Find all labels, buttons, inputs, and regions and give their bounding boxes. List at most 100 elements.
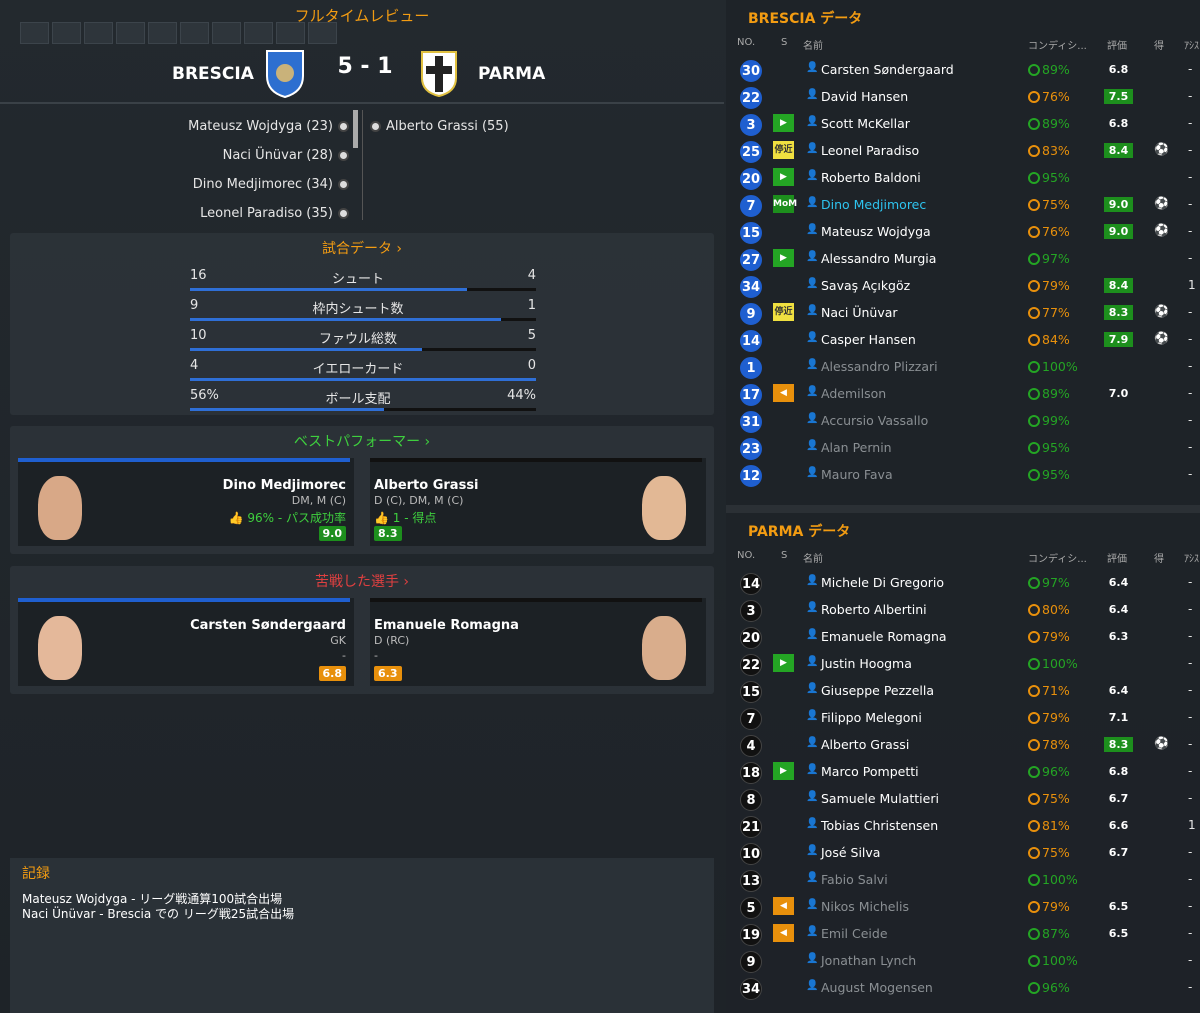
player-name[interactable]: Giuseppe Pezzella [821,683,934,698]
struggling-players-title[interactable]: 苦戦した選手 › [10,566,714,591]
player-name[interactable]: Emil Ceide [821,926,888,941]
player-row[interactable]: 22 👤 David Hansen 76% 7.5 - [726,84,1200,111]
scorer-name[interactable]: Naci Ünüvar (28) [223,145,333,167]
worst-away-card[interactable]: Emanuele Romagna D (RC) - 6.3 [370,598,706,686]
col-name[interactable]: 名前 [803,550,823,565]
player-row[interactable]: 14 👤 Michele Di Gregorio 97% 6.4 - [726,570,1200,597]
match-stats-title[interactable]: 試合データ › [10,233,714,258]
col-name[interactable]: 名前 [803,37,823,52]
player-row[interactable]: 3 👤 Roberto Albertini 80% 6.4 - [726,597,1200,624]
player-name[interactable]: Marco Pompetti [821,764,919,779]
col-condition[interactable]: コンディシ... [1028,37,1087,52]
player-row[interactable]: 17 ◀ 👤 Ademilson 89% 7.0 - [726,381,1200,408]
player-row[interactable]: 14 👤 Casper Hansen 84% 7.9 ⚽ - [726,327,1200,354]
player-name[interactable]: Leonel Paradiso [821,143,919,158]
player-row[interactable]: 20 👤 Emanuele Romagna 79% 6.3 - [726,624,1200,651]
player-name[interactable]: Scott McKellar [821,116,910,131]
player-row[interactable]: 4 👤 Alberto Grassi 78% 8.3 ⚽ - [726,732,1200,759]
player-row[interactable]: 7 👤 Filippo Melegoni 79% 7.1 - [726,705,1200,732]
player-row[interactable]: 22 ▶ 👤 Justin Hoogma 100% - [726,651,1200,678]
col-rating[interactable]: 評価 [1107,550,1127,565]
home-team-name[interactable]: BRESCIA [172,64,254,84]
player-row[interactable]: 20 ▶ 👤 Roberto Baldoni 95% - [726,165,1200,192]
col-sub[interactable]: S [781,37,787,48]
sub-off-icon: ◀ [773,924,794,942]
worst-home-card[interactable]: Carsten Søndergaard GK - 6.8 [18,598,354,686]
best-away-card[interactable]: Alberto Grassi D (C), DM, M (C) 👍 1 - 得点… [370,458,706,546]
player-row[interactable]: 18 ▶ 👤 Marco Pompetti 96% 6.8 - [726,759,1200,786]
player-name[interactable]: Samuele Mulattieri [821,791,939,806]
player-name[interactable]: Tobias Christensen [821,818,938,833]
player-row[interactable]: 34 👤 August Mogensen 96% - [726,975,1200,1002]
player-name[interactable]: Emanuele Romagna [821,629,947,644]
player-name[interactable]: David Hansen [821,89,908,104]
player-name[interactable]: Alessandro Murgia [821,251,936,266]
player-row[interactable]: 25 停近 👤 Leonel Paradiso 83% 8.4 ⚽ - [726,138,1200,165]
parma-crest-icon[interactable] [418,48,460,98]
player-name[interactable]: Casper Hansen [821,332,916,347]
best-performers-title[interactable]: ベストパフォーマー › [10,426,714,451]
brescia-crest-icon[interactable] [264,48,306,98]
player-name[interactable]: Alan Pernin [821,440,892,455]
player-name[interactable]: Roberto Baldoni [821,170,921,185]
player-row[interactable]: 13 👤 Fabio Salvi 100% - [726,867,1200,894]
player-row[interactable]: 12 👤 Mauro Fava 95% - [726,462,1200,489]
col-no[interactable]: NO. [737,37,755,48]
player-name[interactable]: Justin Hoogma [821,656,912,671]
player-row[interactable]: 31 👤 Accursio Vassallo 99% - [726,408,1200,435]
player-row[interactable]: 8 👤 Samuele Mulattieri 75% 6.7 - [726,786,1200,813]
player-name[interactable]: Mauro Fava [821,467,893,482]
player-name[interactable]: Filippo Melegoni [821,710,922,725]
scorer-name[interactable]: Dino Medjimorec (34) [193,174,333,196]
player-name[interactable]: Mateusz Wojdyga [821,224,931,239]
col-goals[interactable]: 得 [1154,550,1164,565]
player-name[interactable]: José Silva [821,845,880,860]
player-name[interactable]: Dino Medjimorec [821,197,926,212]
player-name[interactable]: Fabio Salvi [821,872,888,887]
player-row[interactable]: 30 👤 Carsten Søndergaard 89% 6.8 - [726,57,1200,84]
col-assists[interactable]: ｱｼｽ [1184,37,1199,52]
condition-value: 79% [1042,629,1070,644]
player-row[interactable]: 10 👤 José Silva 75% 6.7 - [726,840,1200,867]
col-assists[interactable]: ｱｼｽ [1184,550,1199,565]
scorer-name[interactable]: Alberto Grassi (55) [386,116,509,138]
player-row[interactable]: 15 👤 Mateusz Wojdyga 76% 9.0 ⚽ - [726,219,1200,246]
rating-badge: 6.5 [1108,900,1129,913]
scorer-name[interactable]: Mateusz Wojdyga (23) [188,116,333,138]
player-name[interactable]: Michele Di Gregorio [821,575,944,590]
player-row[interactable]: 3 ▶ 👤 Scott McKellar 89% 6.8 - [726,111,1200,138]
player-row[interactable]: 15 👤 Giuseppe Pezzella 71% 6.4 - [726,678,1200,705]
player-name[interactable]: Nikos Michelis [821,899,909,914]
parma-data-title[interactable]: PARMA データ [748,521,850,541]
player-row[interactable]: 7 MoM 👤 Dino Medjimorec 75% 9.0 ⚽ - [726,192,1200,219]
col-no[interactable]: NO. [737,550,755,561]
player-row[interactable]: 21 👤 Tobias Christensen 81% 6.6 1 [726,813,1200,840]
player-name[interactable]: Alessandro Plizzari [821,359,938,374]
player-name[interactable]: Alberto Grassi [821,737,909,752]
brescia-data-title[interactable]: BRESCIA データ [748,8,862,28]
player-row[interactable]: 1 👤 Alessandro Plizzari 100% - [726,354,1200,381]
player-name[interactable]: Naci Ünüvar [821,305,898,320]
player-name[interactable]: Jonathan Lynch [821,953,916,968]
col-goals[interactable]: 得 [1154,37,1164,52]
col-rating[interactable]: 評価 [1107,37,1127,52]
player-name[interactable]: Accursio Vassallo [821,413,928,428]
player-row[interactable]: 23 👤 Alan Pernin 95% - [726,435,1200,462]
away-team-name[interactable]: PARMA [478,64,545,84]
player-name[interactable]: Savaş Açıkgöz [821,278,910,293]
status-badge: MoM [773,195,797,213]
player-row[interactable]: 5 ◀ 👤 Nikos Michelis 79% 6.5 - [726,894,1200,921]
col-sub[interactable]: S [781,550,787,561]
player-row[interactable]: 19 ◀ 👤 Emil Ceide 87% 6.5 - [726,921,1200,948]
best-home-card[interactable]: Dino Medjimorec DM, M (C) 👍 96% - パス成功率 … [18,458,354,546]
player-row[interactable]: 27 ▶ 👤 Alessandro Murgia 97% - [726,246,1200,273]
player-name[interactable]: Ademilson [821,386,886,401]
player-row[interactable]: 34 👤 Savaş Açıkgöz 79% 8.4 1 [726,273,1200,300]
player-name[interactable]: August Mogensen [821,980,933,995]
player-row[interactable]: 9 停近 👤 Naci Ünüvar 77% 8.3 ⚽ - [726,300,1200,327]
player-name[interactable]: Carsten Søndergaard [821,62,954,77]
scorer-name[interactable]: Leonel Paradiso (35) [200,203,333,225]
player-name[interactable]: Roberto Albertini [821,602,927,617]
player-row[interactable]: 9 👤 Jonathan Lynch 100% - [726,948,1200,975]
col-condition[interactable]: コンディシ... [1028,550,1087,565]
